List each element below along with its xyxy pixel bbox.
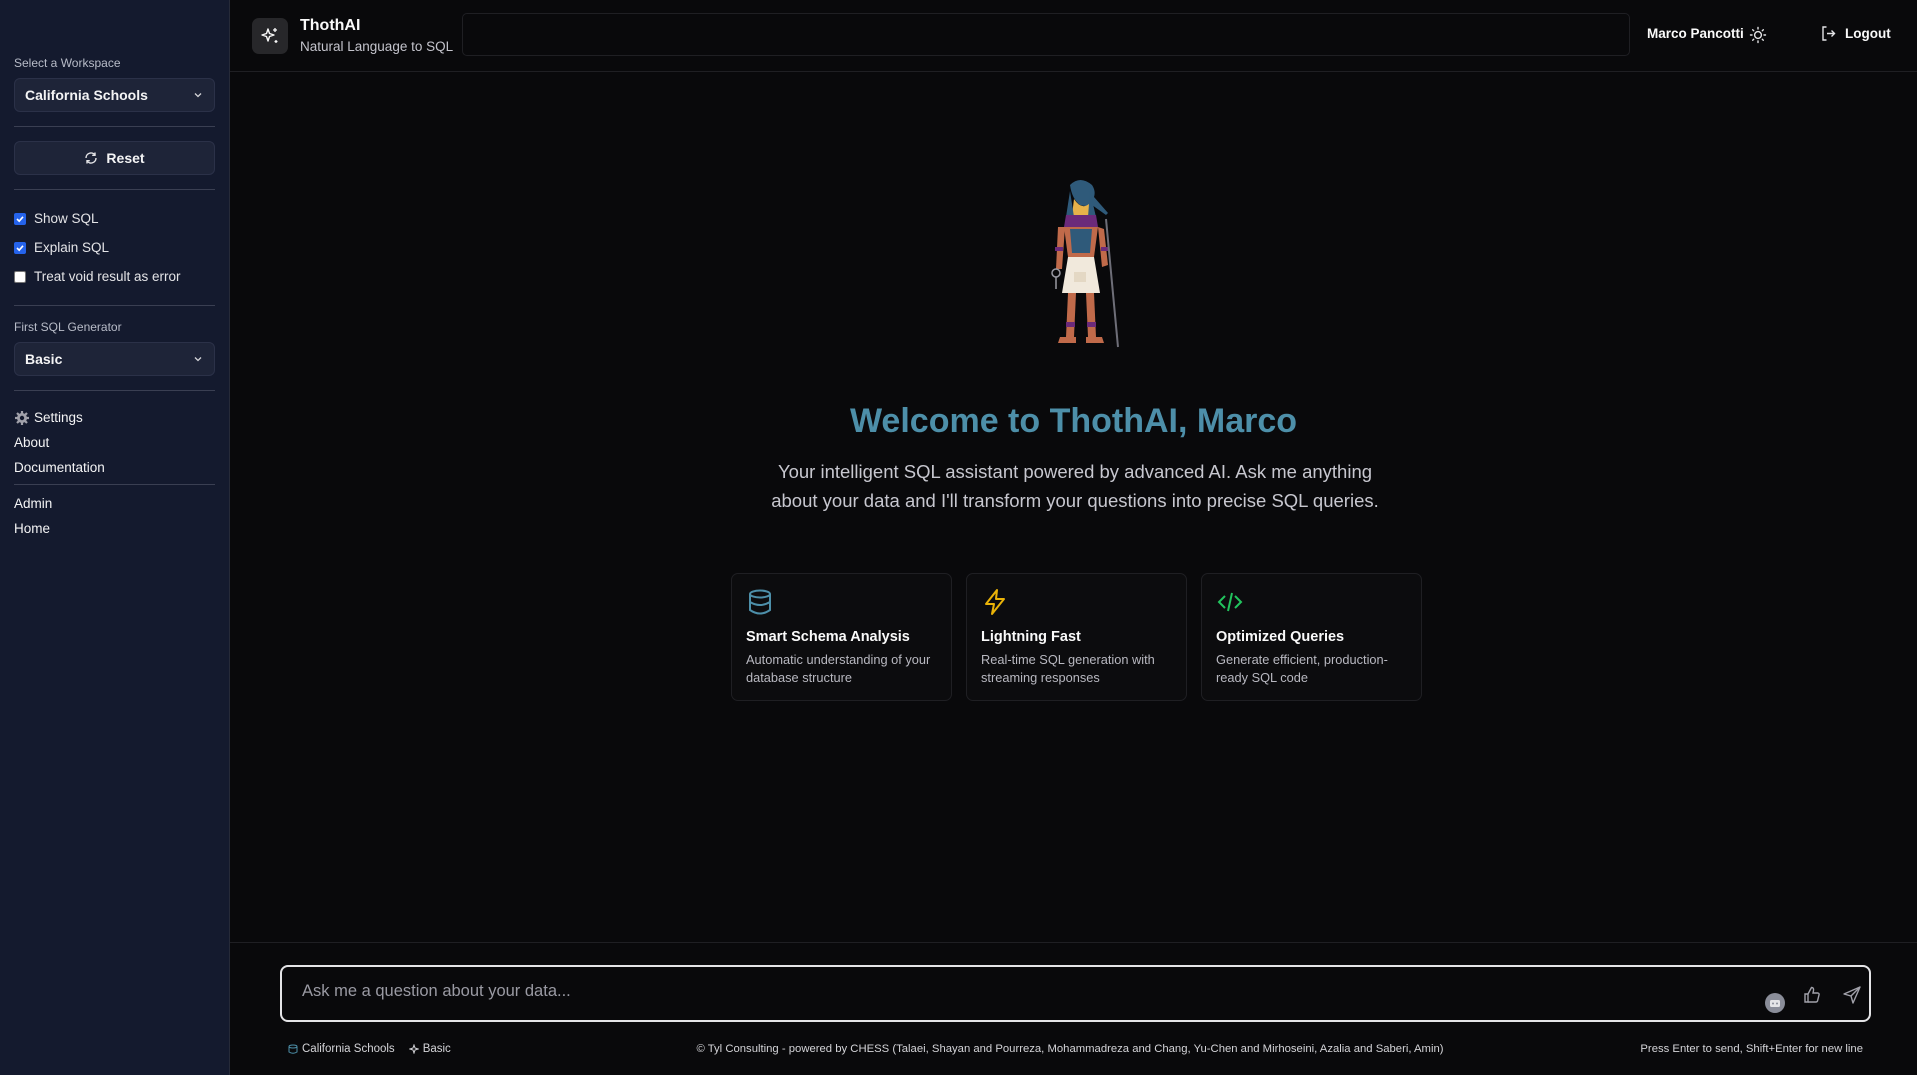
generator-select-value: Basic: [25, 351, 63, 367]
reset-button[interactable]: Reset: [14, 141, 215, 175]
feature-card-title: Smart Schema Analysis: [746, 629, 910, 645]
divider: [14, 390, 215, 391]
divider: [14, 484, 215, 485]
generator-select[interactable]: Basic: [14, 342, 215, 376]
welcome-intro: Your intelligent SQL assistant powered b…: [771, 461, 1379, 511]
feature-card-queries: Optimized Queries Generate efficient, pr…: [1201, 573, 1422, 701]
workspace-label: Select a Workspace: [14, 56, 121, 70]
app-logo[interactable]: [252, 17, 288, 54]
logout-label: Logout: [1845, 26, 1891, 41]
send-icon[interactable]: [1842, 985, 1862, 1005]
gear-icon: [15, 410, 29, 425]
footer-hint: Press Enter to send, Shift+Enter for new…: [1640, 1043, 1863, 1055]
footer-credits: © Tyl Consulting - powered by CHESS (Tal…: [696, 1043, 1444, 1055]
void-result-label: Treat void result as error: [34, 269, 181, 284]
explain-sql-option[interactable]: Explain SQL: [14, 233, 215, 262]
user-name: Marco Pancotti: [1647, 26, 1744, 41]
feature-card-title: Lightning Fast: [981, 629, 1081, 645]
bot-icon[interactable]: [1765, 993, 1785, 1013]
sidebar-item-documentation[interactable]: Documentation: [14, 455, 215, 480]
app-subtitle: Natural Language to SQL: [300, 39, 454, 54]
explain-sql-label: Explain SQL: [34, 240, 110, 255]
divider: [14, 126, 215, 127]
sidebar-item-home[interactable]: Home: [14, 516, 215, 541]
footer-generator-label: Basic: [422, 1043, 451, 1055]
sidebar-item-settings[interactable]: Settings: [14, 405, 215, 430]
code-icon: [1217, 592, 1243, 612]
sidebar-item-about[interactable]: About: [14, 430, 215, 455]
zap-icon: [985, 589, 1005, 615]
chevron-down-icon: [194, 93, 202, 98]
divider: [14, 189, 215, 190]
show-sql-checkbox[interactable]: [14, 212, 26, 225]
sparkles-icon: [408, 1044, 419, 1054]
feature-card-desc: Automatic understanding of your database…: [746, 652, 931, 685]
void-result-checkbox[interactable]: [14, 270, 26, 283]
logout-button[interactable]: Logout: [1820, 25, 1891, 42]
generator-label: First SQL Generator: [14, 320, 122, 334]
chevron-down-icon: [194, 357, 202, 362]
workspace-select-value: California Schools: [25, 87, 148, 103]
top-header: ThothAI Natural Language to SQL Marco Pa…: [230, 0, 1917, 72]
chat-input[interactable]: [302, 982, 1502, 1001]
show-sql-label: Show SQL: [34, 211, 99, 226]
void-result-option[interactable]: Treat void result as error: [14, 262, 215, 291]
footer-status: California Schools Basic: [288, 1043, 451, 1055]
welcome-content: Welcome to ThothAI, Marco Your intellige…: [230, 72, 1917, 1075]
sparkles-icon: [261, 27, 278, 43]
thumbs-up-icon[interactable]: [1802, 985, 1822, 1005]
sidebar-item-admin[interactable]: Admin: [14, 491, 215, 516]
feature-card-speed: Lightning Fast Real-time SQL generation …: [966, 573, 1187, 701]
reset-button-label: Reset: [106, 150, 145, 166]
main-area: ThothAI Natural Language to SQL Marco Pa…: [230, 0, 1917, 1075]
sidebar-item-label: Settings: [34, 410, 83, 425]
explain-sql-checkbox[interactable]: [14, 241, 26, 254]
divider: [14, 305, 215, 306]
footer-workspace: California Schools: [288, 1043, 395, 1055]
feature-card-desc: Generate efficient, production-ready SQL…: [1216, 652, 1388, 685]
footer-generator: Basic: [408, 1043, 451, 1055]
sidebar: Select a Workspace California Schools Re…: [0, 0, 230, 1075]
logout-icon: [1822, 26, 1836, 41]
thoth-illustration: [1051, 180, 1119, 348]
database-icon: [288, 1044, 298, 1054]
welcome-heading: Welcome to ThothAI, Marco: [849, 402, 1298, 440]
show-sql-option[interactable]: Show SQL: [14, 204, 215, 233]
brand: ThothAI Natural Language to SQL: [300, 17, 453, 54]
sun-icon[interactable]: [1749, 26, 1767, 44]
chat-bottom-bar: California Schools Basic © Tyl Consultin…: [230, 942, 1917, 1075]
chat-input-box[interactable]: [280, 965, 1871, 1022]
feature-cards: Smart Schema Analysis Automatic understa…: [731, 573, 1422, 701]
workspace-select[interactable]: California Schools: [14, 78, 215, 112]
database-icon: [749, 589, 771, 615]
feature-card-title: Optimized Queries: [1216, 629, 1345, 645]
feature-card-schema: Smart Schema Analysis Automatic understa…: [731, 573, 952, 701]
header-bar-field[interactable]: [462, 13, 1630, 56]
app-root: Select a Workspace California Schools Re…: [0, 0, 1917, 1075]
app-title: ThothAI: [300, 17, 361, 34]
refresh-icon: [85, 152, 98, 164]
feature-card-desc: Real-time SQL generation with streaming …: [981, 652, 1155, 685]
footer-workspace-label: California Schools: [302, 1043, 395, 1055]
